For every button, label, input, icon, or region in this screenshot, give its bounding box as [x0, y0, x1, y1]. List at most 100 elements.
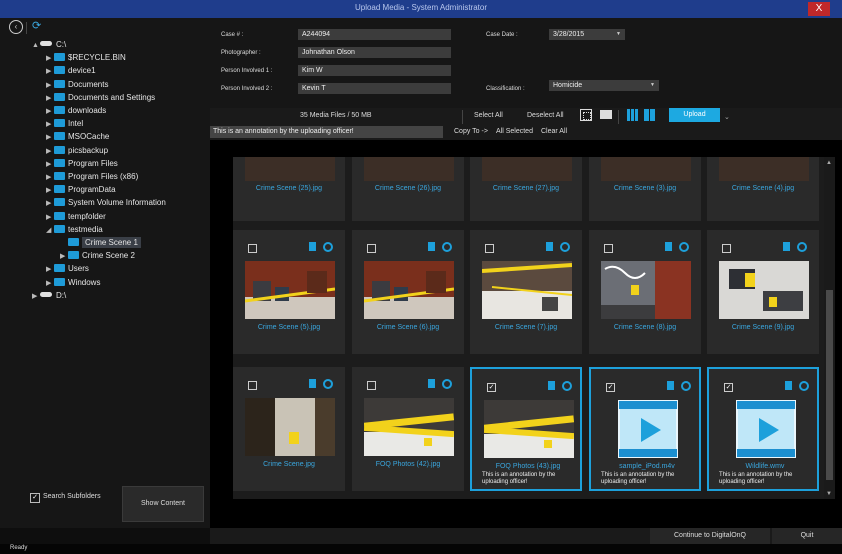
media-thumbnail[interactable]	[719, 157, 809, 181]
medium-grid-view-icon[interactable]	[644, 109, 656, 121]
small-grid-view-icon[interactable]	[627, 109, 639, 121]
magnifier-icon[interactable]	[799, 381, 809, 391]
expand-arrow-icon[interactable]: ▶	[46, 147, 54, 155]
expand-arrow-icon[interactable]: ▶	[60, 252, 68, 260]
expand-arrow-icon[interactable]: ▶	[46, 173, 54, 181]
expand-arrow-icon[interactable]: ▶	[46, 133, 54, 141]
media-card[interactable]: Crime Scene.jpg	[233, 367, 345, 491]
tree-item[interactable]: ▶ System Volume Information	[46, 198, 166, 210]
list-view-icon[interactable]	[600, 110, 612, 119]
document-icon[interactable]	[667, 381, 674, 390]
document-icon[interactable]	[309, 379, 316, 388]
tree-item[interactable]: ▶ Intel	[46, 119, 83, 131]
tree-item[interactable]: ◢ testmedia	[46, 224, 103, 237]
media-card[interactable]: ✓ sample_iPod.m4v This is an annotation by…	[589, 367, 701, 491]
select-checkbox[interactable]	[485, 244, 494, 253]
select-checkbox[interactable]: ✓	[724, 383, 733, 392]
search-subfolders-checkbox[interactable]: ✓ Search Subfolders	[30, 493, 101, 503]
select-checkbox[interactable]	[248, 381, 257, 390]
deselect-all-button[interactable]: Deselect All	[527, 112, 564, 119]
media-thumbnail[interactable]	[245, 261, 335, 319]
tree-item[interactable]: ▶ $RECYCLE.BIN	[46, 53, 126, 65]
magnifier-icon[interactable]	[442, 242, 452, 252]
expand-arrow-icon[interactable]: ▲	[32, 42, 40, 49]
scroll-down-icon[interactable]: ▼	[826, 491, 832, 497]
case-number-input[interactable]: A244094	[298, 29, 451, 40]
magnifier-icon[interactable]	[681, 381, 691, 391]
annotation-input[interactable]: This is an annotation by the uploading o…	[210, 126, 443, 138]
checkbox-icon[interactable]: ✓	[30, 493, 40, 503]
clear-all-button[interactable]: Clear All	[541, 128, 567, 135]
media-thumbnail[interactable]	[245, 398, 335, 456]
copy-to-button[interactable]: Copy To ->	[454, 128, 488, 135]
tree-item[interactable]: ▶ Windows	[46, 277, 100, 290]
document-icon[interactable]	[665, 242, 672, 251]
back-icon[interactable]: ‹	[9, 20, 23, 34]
media-thumbnail[interactable]	[364, 398, 454, 456]
magnifier-icon[interactable]	[797, 242, 807, 252]
media-card[interactable]: Crime Scene (6).jpg	[352, 230, 464, 354]
tree-item[interactable]: ▶ Documents and Settings	[46, 92, 155, 105]
media-card[interactable]: Crime Scene (9).jpg	[707, 230, 819, 354]
upload-button[interactable]: Upload	[669, 108, 720, 122]
magnifier-icon[interactable]	[679, 242, 689, 252]
video-thumbnail-icon[interactable]	[603, 400, 693, 458]
media-card[interactable]: Crime Scene (27).jpg	[470, 157, 582, 221]
show-content-button[interactable]: Show Content	[122, 486, 204, 522]
magnifier-icon[interactable]	[562, 381, 572, 391]
document-icon[interactable]	[783, 242, 790, 251]
media-card[interactable]: ✓ FOQ Photos (43).jpg This is an annotatio…	[470, 367, 582, 491]
tree-item[interactable]: ▶ Program Files	[46, 158, 118, 171]
expand-arrow-icon[interactable]: ▶	[46, 67, 54, 75]
expand-arrow-icon[interactable]: ▶	[32, 292, 40, 300]
media-thumbnail[interactable]	[601, 157, 691, 181]
media-thumbnail[interactable]	[364, 261, 454, 319]
person1-input[interactable]: Kim W	[298, 65, 451, 76]
document-icon[interactable]	[548, 381, 555, 390]
tree-item[interactable]: ▶ Program Files (x86)	[46, 172, 138, 184]
expand-arrow-icon[interactable]: ▶	[46, 199, 54, 207]
close-button[interactable]: X	[808, 2, 830, 16]
upload-dropdown-icon[interactable]: ⌄	[724, 113, 730, 121]
all-selected-button[interactable]: All Selected	[496, 128, 533, 135]
quit-button[interactable]: Quit	[772, 528, 842, 544]
media-thumbnail[interactable]	[245, 157, 335, 181]
media-thumbnail[interactable]	[484, 400, 574, 458]
magnifier-icon[interactable]	[442, 379, 452, 389]
media-card[interactable]: Crime Scene (5).jpg	[233, 230, 345, 354]
expand-arrow-icon[interactable]: ▶	[46, 160, 54, 168]
select-checkbox[interactable]	[367, 244, 376, 253]
tree-item[interactable]: ▶ ProgramData	[46, 185, 116, 197]
select-checkbox[interactable]	[248, 244, 257, 253]
select-checkbox[interactable]: ✓	[487, 383, 496, 392]
tree-item[interactable]: ▲ C:\	[32, 40, 66, 52]
document-icon[interactable]	[309, 242, 316, 251]
expand-arrow-icon[interactable]: ▶	[46, 265, 54, 273]
magnifier-icon[interactable]	[323, 379, 333, 389]
select-checkbox[interactable]	[604, 244, 613, 253]
case-date-picker[interactable]: 3/28/2015	[549, 29, 625, 40]
large-grid-view-icon[interactable]	[580, 109, 592, 121]
media-thumbnail[interactable]	[364, 157, 454, 181]
person2-input[interactable]: Kevin T	[298, 83, 451, 94]
tree-item[interactable]: ▶ tempfolder	[46, 211, 106, 224]
media-card[interactable]: Crime Scene (4).jpg	[707, 157, 819, 221]
tree-item[interactable]: ▶ MSOCache	[46, 132, 109, 144]
media-thumbnail[interactable]	[719, 261, 809, 319]
expand-arrow-icon[interactable]: ◢	[46, 226, 54, 234]
media-card[interactable]: ✓ Wildlife.wmv This is an annotation by th…	[707, 367, 819, 491]
tree-item[interactable]: ▶ D:\	[32, 291, 66, 303]
expand-arrow-icon[interactable]: ▶	[46, 107, 54, 115]
expand-arrow-icon[interactable]: ▶	[46, 94, 54, 102]
magnifier-icon[interactable]	[323, 242, 333, 252]
tree-item[interactable]: ▶ Users	[46, 264, 89, 276]
document-icon[interactable]	[785, 381, 792, 390]
media-thumbnail[interactable]	[601, 261, 691, 319]
scroll-up-icon[interactable]: ▲	[826, 160, 832, 166]
tree-item[interactable]: ▶ downloads	[46, 106, 106, 118]
scrollbar-thumb[interactable]	[826, 290, 833, 480]
photographer-input[interactable]: Johnathan Olson	[298, 47, 451, 58]
media-thumbnail[interactable]	[482, 261, 572, 319]
media-card[interactable]: Crime Scene (8).jpg	[589, 230, 701, 354]
expand-arrow-icon[interactable]: ▶	[46, 54, 54, 62]
